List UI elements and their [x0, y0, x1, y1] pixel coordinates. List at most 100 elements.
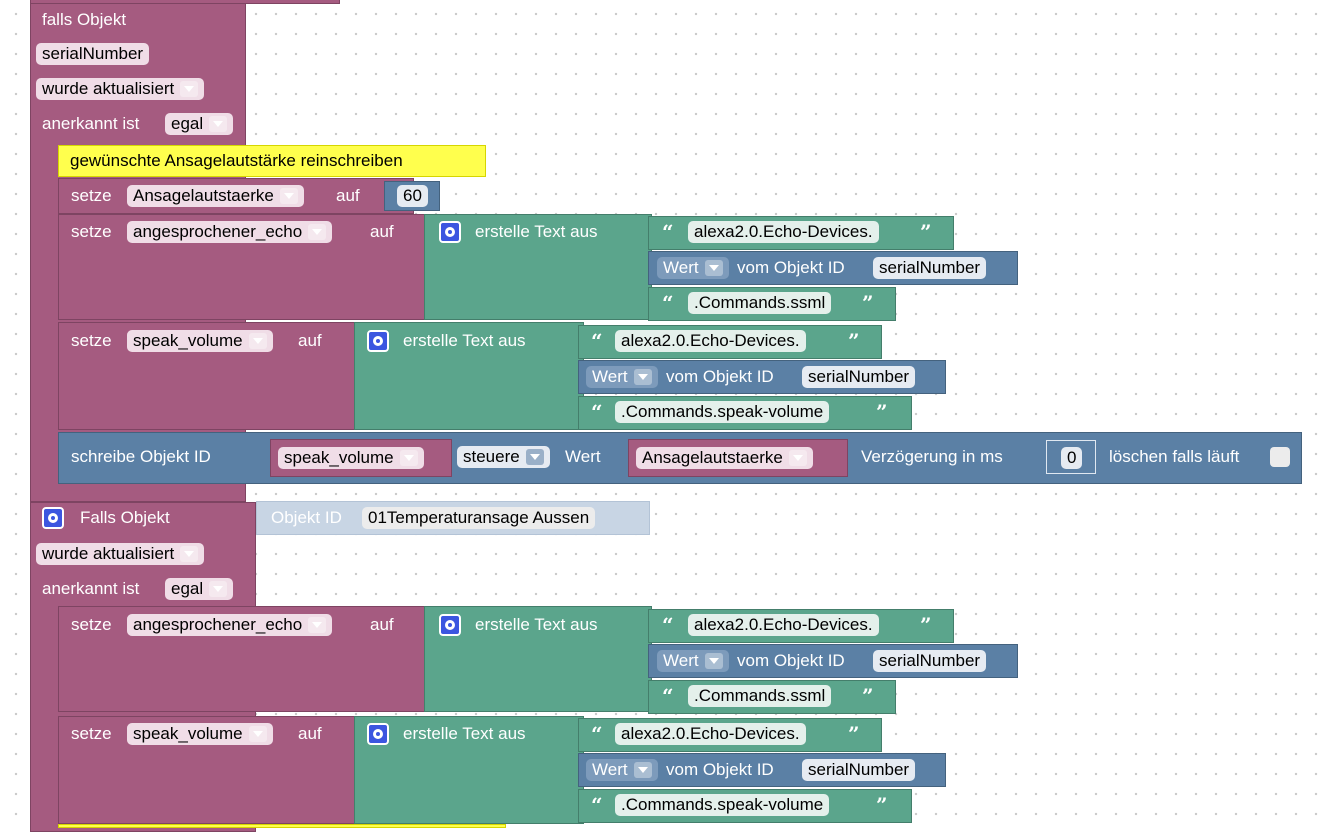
gear-icon[interactable]	[367, 330, 389, 352]
var-dropdown-label: angesprochener_echo	[133, 222, 303, 241]
object-field[interactable]: serialNumber	[873, 650, 987, 672]
chevron-down-icon	[633, 761, 652, 778]
setze-label: setze	[71, 724, 112, 743]
auf-label: auf	[336, 186, 360, 205]
join-label: erstelle Text aus	[403, 331, 526, 350]
chevron-down-icon	[704, 652, 723, 669]
ack-dropdown-label: egal	[171, 579, 204, 598]
chevron-down-icon	[180, 80, 199, 97]
event-dropdown[interactable]: wurde aktualisiert	[36, 78, 205, 100]
chevron-down-icon	[209, 115, 228, 132]
open-quote: “	[662, 220, 674, 244]
vom-label: vom Objekt ID	[666, 367, 774, 386]
open-quote: “	[591, 329, 603, 353]
blockly-workspace[interactable]: falls Objekt serialNumber wurde aktualis…	[0, 0, 1328, 832]
var-dropdown[interactable]: Ansagelautstaerke	[636, 447, 813, 469]
vom-label: vom Objekt ID	[737, 651, 845, 670]
event-dropdown[interactable]: wurde aktualisiert	[36, 543, 205, 565]
object-field[interactable]: serialNumber	[802, 366, 916, 388]
var-dropdown-label: speak_volume	[133, 331, 243, 350]
open-quote: “	[591, 400, 603, 424]
text-field[interactable]: .Commands.speak-volume	[615, 401, 830, 423]
clear-label: löschen falls läuft	[1109, 447, 1240, 466]
chevron-down-icon	[308, 223, 327, 240]
text-field[interactable]: .Commands.speak-volume	[615, 794, 830, 816]
close-quote: ”	[876, 400, 888, 424]
close-quote: ”	[876, 793, 888, 817]
object-field[interactable]: serialNumber	[36, 43, 150, 65]
var-dropdown[interactable]: speak_volume	[127, 330, 273, 352]
chevron-down-icon	[209, 580, 228, 597]
chevron-down-icon	[180, 545, 199, 562]
text-field[interactable]: .Commands.ssml	[688, 292, 832, 314]
setze-label: setze	[71, 331, 112, 350]
close-quote: ”	[920, 220, 932, 244]
open-quote: “	[662, 291, 674, 315]
ack-dropdown-label: egal	[171, 114, 204, 133]
delay-label: Verzögerung in ms	[861, 447, 1003, 466]
wert-dropdown[interactable]: Wert	[586, 759, 658, 781]
var-dropdown[interactable]: Ansagelautstaerke	[127, 185, 304, 207]
wert-label: Wert	[592, 367, 628, 386]
text-field[interactable]: alexa2.0.Echo-Devices.	[615, 330, 806, 352]
wert-dropdown[interactable]: Wert	[586, 366, 658, 388]
object-field[interactable]: serialNumber	[873, 257, 987, 279]
close-quote: ”	[848, 329, 860, 353]
wert-label: Wert	[663, 258, 699, 277]
gear-icon[interactable]	[367, 723, 389, 745]
open-quote: “	[662, 684, 674, 708]
wert-label: Wert	[592, 760, 628, 779]
wert-label: Wert	[565, 447, 601, 466]
open-quote: “	[591, 793, 603, 817]
setze-label: setze	[71, 186, 112, 205]
chevron-down-icon	[704, 259, 723, 276]
ack-dropdown[interactable]: egal	[165, 578, 234, 600]
ack-label: anerkannt ist	[42, 579, 140, 598]
trigger-label: falls Objekt	[42, 10, 127, 29]
objid-label: Objekt ID	[271, 508, 342, 527]
mode-dropdown[interactable]: steuere	[457, 446, 550, 468]
trigger-label: Falls Objekt	[80, 508, 170, 527]
gear-icon[interactable]	[42, 507, 64, 529]
clear-checkbox[interactable]	[1270, 447, 1290, 467]
chevron-down-icon	[248, 332, 267, 349]
text-field[interactable]: alexa2.0.Echo-Devices.	[688, 614, 879, 636]
delay-field[interactable]: 0	[1061, 447, 1083, 469]
object-field[interactable]: serialNumber	[802, 759, 916, 781]
var-dropdown[interactable]: speak_volume	[278, 447, 424, 469]
close-quote: ”	[862, 684, 874, 708]
auf-label: auf	[370, 222, 394, 241]
vom-label: vom Objekt ID	[737, 258, 845, 277]
gear-icon[interactable]	[439, 221, 461, 243]
chevron-down-icon	[248, 725, 267, 742]
open-quote: “	[662, 613, 674, 637]
number-field[interactable]: 60	[397, 185, 428, 207]
var-dropdown-label: Ansagelautstaerke	[642, 448, 783, 467]
var-dropdown[interactable]: speak_volume	[127, 723, 273, 745]
wert-dropdown[interactable]: Wert	[657, 257, 729, 279]
chevron-down-icon	[279, 187, 298, 204]
comment-text: gewünschte Ansagelautstärke reinschreibe…	[70, 151, 403, 170]
event-dropdown-label: wurde aktualisiert	[42, 79, 175, 98]
text-field[interactable]: .Commands.ssml	[688, 685, 832, 707]
auf-label: auf	[298, 724, 322, 743]
text-field[interactable]: alexa2.0.Echo-Devices.	[688, 221, 879, 243]
mode-dropdown-label: steuere	[463, 447, 520, 466]
chevron-down-icon	[525, 448, 544, 465]
join-label: erstelle Text aus	[475, 222, 598, 241]
var-dropdown[interactable]: angesprochener_echo	[127, 614, 333, 636]
var-dropdown[interactable]: angesprochener_echo	[127, 221, 333, 243]
wert-label: Wert	[663, 651, 699, 670]
setze-label: setze	[71, 222, 112, 241]
comment-block-partial[interactable]	[58, 824, 506, 828]
text-field[interactable]: alexa2.0.Echo-Devices.	[615, 723, 806, 745]
var-dropdown-label: speak_volume	[133, 724, 243, 743]
object-id-field[interactable]: 01Temperaturansage Aussen	[362, 507, 596, 529]
wert-dropdown[interactable]: Wert	[657, 650, 729, 672]
close-quote: ”	[920, 613, 932, 637]
chevron-down-icon	[399, 449, 418, 466]
ack-dropdown[interactable]: egal	[165, 113, 234, 135]
gear-icon[interactable]	[439, 614, 461, 636]
setze-label: setze	[71, 615, 112, 634]
var-dropdown-label: Ansagelautstaerke	[133, 186, 274, 205]
